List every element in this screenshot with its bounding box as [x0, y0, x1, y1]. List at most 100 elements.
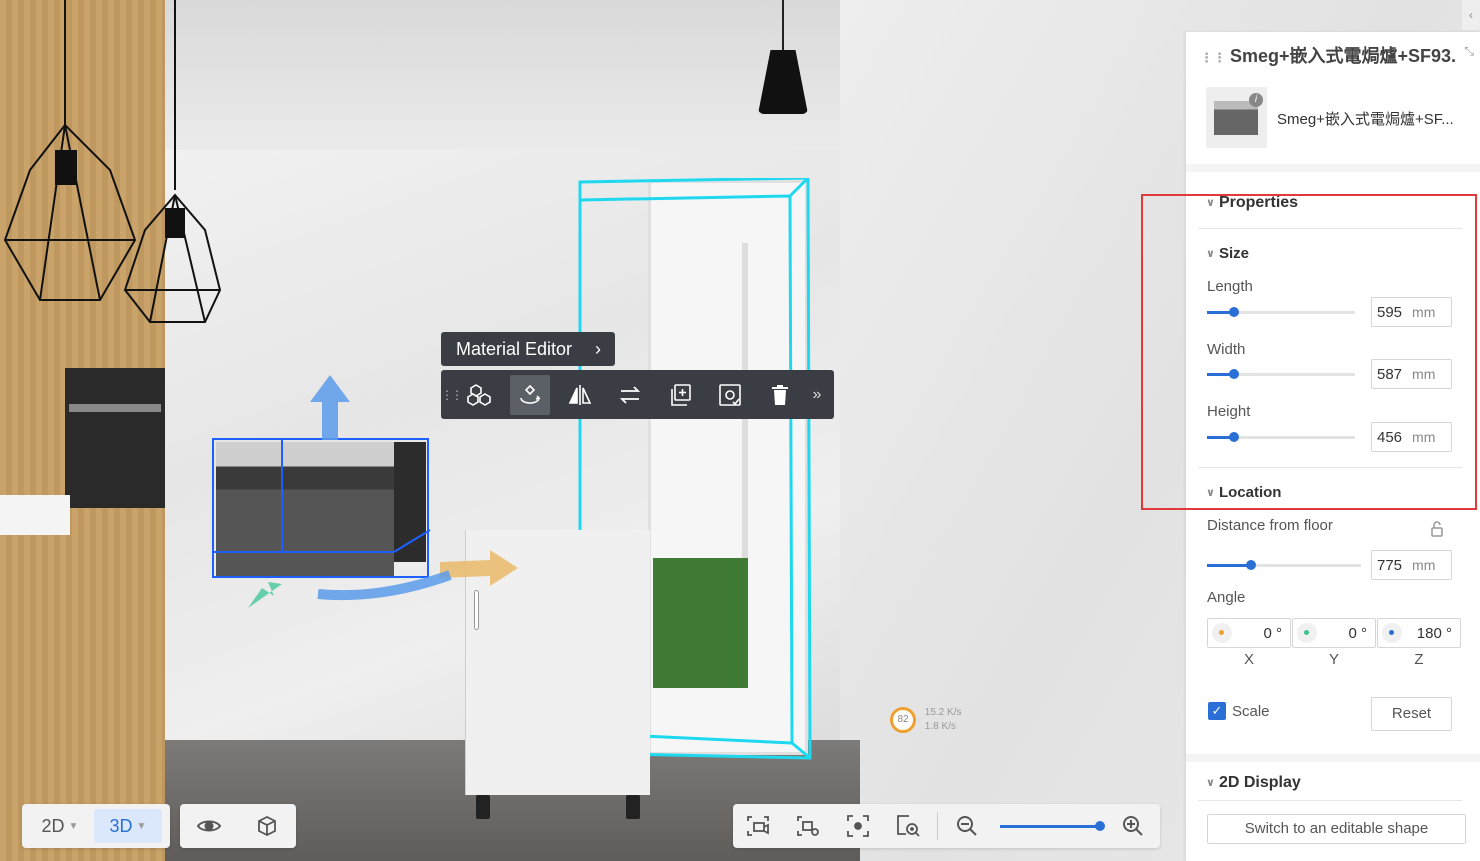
- copy-tool-button[interactable]: [655, 375, 705, 415]
- slider-knob[interactable]: [1229, 307, 1239, 317]
- location-label: Location: [1218, 484, 1282, 501]
- oven-thumbnail-image: [1214, 101, 1258, 135]
- view-mode-switcher: 2D ▼ 3D ▼: [22, 804, 170, 848]
- zoom-slider-thumb[interactable]: [1095, 820, 1105, 831]
- trash-icon: [772, 384, 788, 405]
- length-input[interactable]: 595 mm: [1371, 297, 1452, 327]
- height-value: 456: [1377, 428, 1403, 446]
- replace-tool-button[interactable]: [605, 375, 655, 415]
- move-y-arrow: [310, 375, 350, 440]
- angle-x-dial-icon[interactable]: [1212, 623, 1232, 643]
- distance-from-floor-label: Distance from floor: [1207, 517, 1333, 534]
- zoom-in-button[interactable]: [1108, 804, 1158, 848]
- distance-value: 775: [1377, 556, 1403, 574]
- axis-z-label: Z: [1414, 651, 1424, 668]
- width-slider[interactable]: [1207, 369, 1355, 379]
- view-2d-label: 2D: [41, 815, 65, 836]
- angle-y-dial-icon[interactable]: [1297, 623, 1317, 643]
- height-slider[interactable]: [1207, 432, 1355, 442]
- slider-knob[interactable]: [1229, 432, 1239, 442]
- eye-icon[interactable]: [196, 813, 222, 839]
- move-x-arrow: [440, 550, 518, 586]
- product-thumbnail[interactable]: i: [1206, 87, 1267, 148]
- move-z-arrow: [248, 582, 282, 608]
- collapse-panel-icon[interactable]: ⤡: [1464, 44, 1474, 59]
- width-label: Width: [1207, 341, 1246, 358]
- 2d-display-label: 2D Display: [1218, 774, 1301, 791]
- upload-rate: 15.2 K/s: [924, 707, 962, 718]
- cube-view-icon[interactable]: [254, 813, 280, 839]
- save-model-icon: [719, 383, 741, 406]
- delete-tool-button[interactable]: [755, 375, 805, 415]
- slider-knob[interactable]: [1246, 560, 1256, 570]
- chevron-down-icon: ∨: [1206, 197, 1215, 209]
- switch-editable-shape-button[interactable]: Switch to an editable shape: [1207, 814, 1466, 844]
- zoom-frame-icon: [897, 815, 920, 837]
- mirror-tool-button[interactable]: [555, 375, 605, 415]
- camera-gear-icon: [797, 816, 819, 836]
- chevron-down-icon: ∨: [1206, 487, 1215, 499]
- angle-z-dial-icon[interactable]: [1382, 623, 1402, 643]
- transform-gizmo[interactable]: [0, 0, 560, 640]
- unlock-icon[interactable]: [1429, 521, 1445, 537]
- group-tool-button[interactable]: [455, 375, 505, 415]
- rotate-arrow: [317, 570, 452, 601]
- camera-frame-icon: [747, 816, 769, 836]
- scale-label: Scale: [1232, 703, 1270, 720]
- angle-x-value: 0 °: [1263, 624, 1282, 642]
- camera-settings-button[interactable]: [783, 804, 833, 848]
- distance-slider[interactable]: [1207, 560, 1361, 570]
- view-3d-button[interactable]: 3D ▼: [94, 809, 162, 843]
- length-slider[interactable]: [1207, 307, 1355, 317]
- chevron-down-icon: ∨: [1206, 248, 1215, 260]
- zoom-in-icon: [1123, 816, 1143, 836]
- size-section-header[interactable]: ∨ Size: [1206, 245, 1249, 262]
- chevron-down-icon: ∨: [1206, 777, 1215, 789]
- angle-x-input[interactable]: 0 °: [1207, 618, 1291, 648]
- height-input[interactable]: 456 mm: [1371, 422, 1452, 452]
- section-divider: [1186, 754, 1480, 762]
- focus-button[interactable]: [833, 804, 883, 848]
- view-2d-button[interactable]: 2D ▼: [26, 809, 94, 843]
- length-value: 595: [1377, 303, 1403, 321]
- info-icon[interactable]: i: [1249, 93, 1263, 107]
- height-label: Height: [1207, 403, 1251, 420]
- favorite-tool-button[interactable]: [705, 375, 755, 415]
- panel-title: ⋮⋮ Smeg+嵌入式電焗爐+SF93...: [1200, 42, 1456, 68]
- view-3d-label: 3D: [109, 815, 133, 836]
- camera-position-button[interactable]: [733, 804, 783, 848]
- angle-z-input[interactable]: 180 °: [1377, 618, 1461, 648]
- drag-handle-icon[interactable]: ⋮⋮: [441, 388, 463, 402]
- width-value: 587: [1377, 365, 1403, 383]
- distance-input[interactable]: 775 mm: [1371, 550, 1452, 580]
- material-editor-button[interactable]: Material Editor ›: [441, 332, 615, 366]
- move-rotate-tool-button[interactable]: [510, 374, 550, 415]
- drag-handle-icon[interactable]: ⋮⋮: [1200, 50, 1226, 65]
- location-section-header[interactable]: ∨ Location: [1206, 484, 1281, 501]
- slider-knob[interactable]: [1229, 369, 1239, 379]
- reset-button[interactable]: Reset: [1371, 697, 1452, 731]
- section-divider: [1186, 164, 1480, 172]
- more-tools-icon[interactable]: »: [805, 386, 829, 404]
- collapse-sidebar-icon[interactable]: ‹: [1462, 0, 1480, 30]
- angle-y-input[interactable]: 0 °: [1292, 618, 1376, 648]
- display-toggles: [180, 804, 296, 848]
- copy-add-icon: [671, 383, 691, 406]
- angle-y-value: 0 °: [1348, 624, 1367, 642]
- scale-checkbox[interactable]: ✓: [1208, 702, 1226, 720]
- zoom-to-selection-button[interactable]: [883, 804, 933, 848]
- size-label: Size: [1218, 245, 1249, 262]
- width-input[interactable]: 587 mm: [1371, 359, 1452, 389]
- 2d-display-section-header[interactable]: ∨ 2D Display: [1206, 774, 1301, 792]
- lamp-cord: [782, 0, 784, 52]
- object-toolbar: ⋮⋮ »: [441, 370, 834, 419]
- zoom-slider[interactable]: [1000, 820, 1105, 831]
- caret-down-icon: ▼: [136, 820, 147, 832]
- properties-section-header[interactable]: ∨ Properties: [1206, 194, 1298, 212]
- zoom-out-icon: [957, 816, 977, 836]
- camera-toolbar: [733, 804, 1160, 848]
- properties-panel: ⋮⋮ Smeg+嵌入式電焗爐+SF93... ⤡ i Smeg+嵌入式電焗爐+SF…: [1186, 32, 1480, 861]
- axis-y-label: Y: [1328, 651, 1339, 668]
- panel-title-text: Smeg+嵌入式電焗爐+SF93...: [1230, 46, 1456, 66]
- zoom-out-button[interactable]: [942, 804, 992, 848]
